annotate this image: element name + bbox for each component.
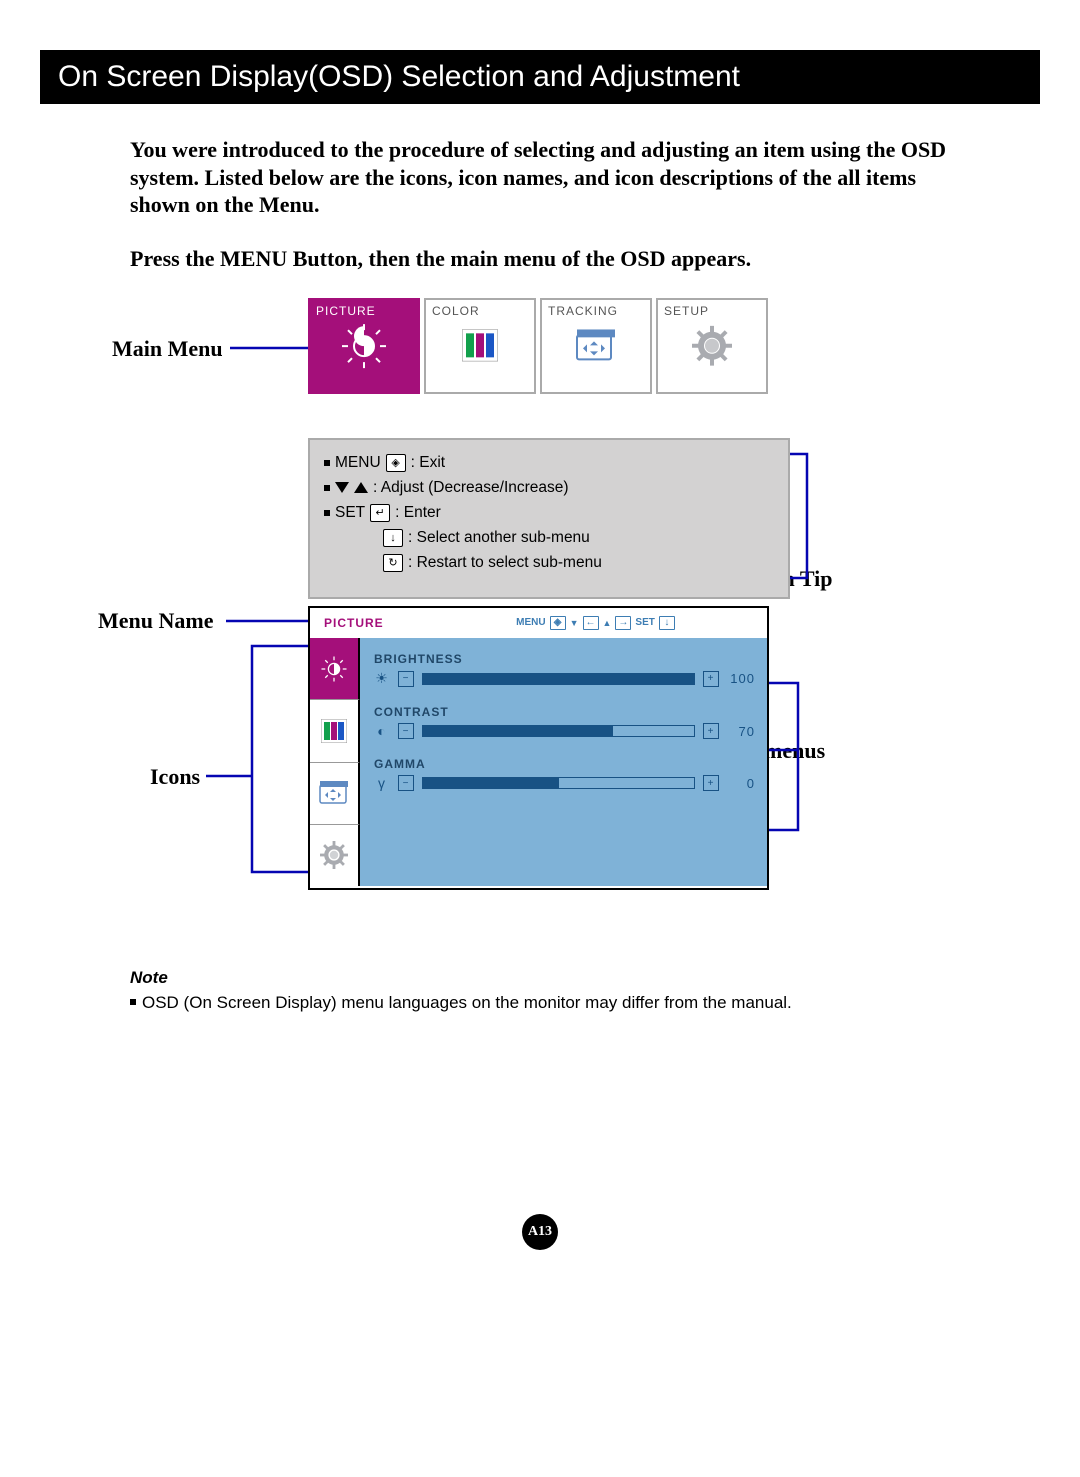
brightness-slider[interactable] bbox=[422, 673, 695, 685]
osd-header-keys: MENU◈ ▼← ▲→ SET↓ bbox=[424, 608, 767, 638]
color-bars-icon bbox=[462, 329, 498, 366]
side-icon-setup[interactable] bbox=[310, 824, 360, 886]
tracking-icon bbox=[319, 781, 349, 805]
down-arrow-icon bbox=[335, 482, 349, 493]
osd-content: BRIGHTNESS ☀ − + 100 CONTRAST ◐ bbox=[360, 638, 767, 886]
gamma-slider[interactable] bbox=[422, 777, 695, 789]
tip-menu-label: MENU bbox=[335, 454, 381, 472]
contrast-small-icon: ◐ bbox=[374, 723, 390, 739]
sub-item-brightness[interactable]: BRIGHTNESS ☀ − + 100 bbox=[374, 652, 755, 687]
page-title: On Screen Display(OSD) Selection and Adj… bbox=[40, 50, 1040, 104]
intro-paragraph-1: You were introduced to the procedure of … bbox=[130, 136, 980, 219]
osd-menu-name: PICTURE bbox=[324, 608, 424, 638]
diamond-key-icon: ◈ bbox=[386, 454, 406, 472]
tip-enter: : Enter bbox=[395, 504, 441, 522]
tab-label: COLOR bbox=[426, 300, 534, 318]
right-key-icon: → bbox=[615, 616, 631, 630]
tab-picture[interactable]: PICTURE bbox=[308, 298, 420, 394]
side-icon-picture[interactable] bbox=[310, 638, 360, 699]
tip-restart: : Restart to select sub-menu bbox=[408, 554, 602, 572]
brightness-icon bbox=[319, 654, 349, 684]
contrast-value: 70 bbox=[727, 724, 755, 739]
contrast-slider[interactable] bbox=[422, 725, 695, 737]
brightness-value: 100 bbox=[727, 671, 755, 686]
osd-diagram: Main Menu Menu Name Icons Button Tip Sub… bbox=[130, 298, 980, 958]
note-title: Note bbox=[130, 968, 980, 988]
tab-color[interactable]: COLOR bbox=[424, 298, 536, 394]
tip-exit: : Exit bbox=[411, 454, 445, 472]
sub-item-contrast[interactable]: CONTRAST ◐ − + 70 bbox=[374, 705, 755, 739]
left-key-icon: ← bbox=[583, 616, 599, 630]
sub-item-title: BRIGHTNESS bbox=[374, 652, 755, 666]
minus-button[interactable]: − bbox=[398, 775, 414, 791]
tip-select-sub: : Select another sub-menu bbox=[408, 529, 590, 547]
gamma-value: 0 bbox=[727, 776, 755, 791]
plus-button[interactable]: + bbox=[703, 723, 719, 739]
gear-icon bbox=[320, 841, 348, 869]
sub-item-title: GAMMA bbox=[374, 757, 755, 771]
tip-set-label: SET bbox=[335, 504, 365, 522]
tip-adjust: : Adjust (Decrease/Increase) bbox=[373, 479, 569, 497]
side-icon-color[interactable] bbox=[310, 699, 360, 761]
note-text: OSD (On Screen Display) menu languages o… bbox=[142, 992, 792, 1014]
tracking-icon bbox=[575, 329, 617, 366]
brightness-icon bbox=[340, 322, 388, 375]
tab-label: PICTURE bbox=[310, 300, 418, 318]
sub-item-title: CONTRAST bbox=[374, 705, 755, 719]
osd-side-icons bbox=[310, 638, 360, 886]
plus-button[interactable]: + bbox=[703, 775, 719, 791]
up-arrow-icon bbox=[354, 482, 368, 493]
tab-setup[interactable]: SETUP bbox=[656, 298, 768, 394]
color-bars-icon bbox=[321, 719, 347, 743]
main-menu-tabs: PICTURE COLOR TRACKING SETUP bbox=[308, 298, 768, 394]
tab-label: SETUP bbox=[658, 300, 766, 318]
enter-key-icon: ↵ bbox=[370, 504, 390, 522]
side-icon-tracking[interactable] bbox=[310, 762, 360, 824]
sub-item-gamma[interactable]: GAMMA γ − + 0 bbox=[374, 757, 755, 791]
return-key-icon: ↻ bbox=[383, 554, 403, 572]
tab-tracking[interactable]: TRACKING bbox=[540, 298, 652, 394]
plus-button[interactable]: + bbox=[703, 671, 719, 687]
diamond-key-icon: ◈ bbox=[550, 616, 566, 630]
brightness-small-icon: ☀ bbox=[374, 670, 390, 687]
down-key-icon: ↓ bbox=[659, 616, 675, 630]
tab-label: TRACKING bbox=[542, 300, 650, 318]
page-number: A13 bbox=[522, 1214, 558, 1250]
gear-icon bbox=[692, 326, 732, 371]
minus-button[interactable]: − bbox=[398, 671, 414, 687]
minus-button[interactable]: − bbox=[398, 723, 414, 739]
intro-paragraph-2: Press the MENU Button, then the main men… bbox=[130, 245, 980, 273]
down-key-icon: ↓ bbox=[383, 529, 403, 547]
osd-window: PICTURE MENU◈ ▼← ▲→ SET↓ bbox=[308, 606, 769, 890]
gamma-small-icon: γ bbox=[374, 775, 390, 791]
button-tip-panel: MENU ◈ : Exit : Adjust (Decrease/Increas… bbox=[308, 438, 790, 599]
